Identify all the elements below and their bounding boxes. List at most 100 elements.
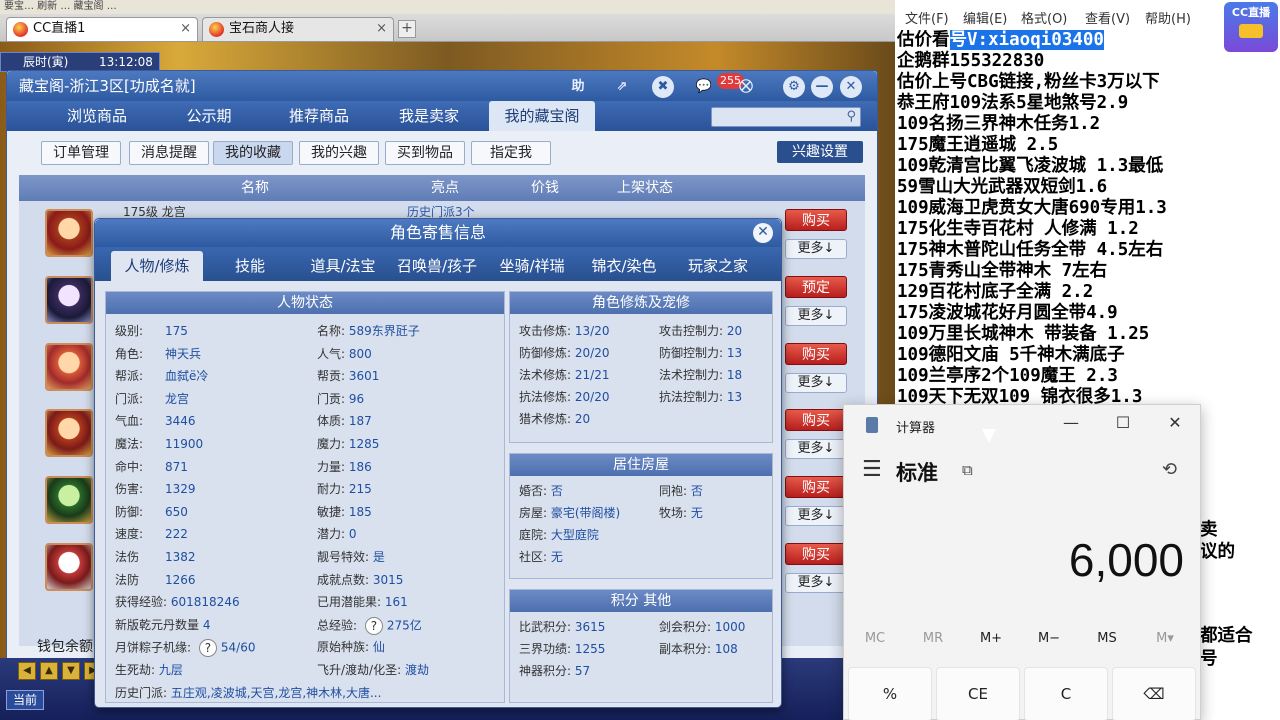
avatar[interactable] [45,543,93,591]
backspace-button[interactable]: ⌫ [1112,667,1196,720]
new-tab-button[interactable]: + [398,20,416,38]
clear-entry-button[interactable]: CE [936,667,1020,720]
close-tab-icon[interactable]: × [180,18,191,40]
more-button[interactable]: 更多↓ [785,506,847,526]
share-icon[interactable]: ⇗ [611,76,633,98]
block-icon[interactable]: ✖ [652,76,674,98]
arrow-up-icon[interactable]: ▲ [40,662,58,680]
menu-help[interactable]: 帮助(H) [1145,8,1191,27]
tab-pets[interactable]: 召唤兽/孩子 [391,251,483,281]
minimize-icon[interactable]: — [811,76,833,98]
buy-button[interactable]: 购买 [785,543,847,565]
stat-field: 法伤 1382 [115,549,196,565]
stat-value: 4 [202,617,211,632]
tab-mounts[interactable]: 坐骑/祥瑞 [487,251,577,281]
stat-value: 57 [574,664,591,678]
minimize-icon[interactable]: — [1056,413,1086,432]
current-channel-button[interactable]: 当前 [6,690,44,710]
more-button[interactable]: 更多↓ [785,573,847,593]
avatar[interactable] [45,209,93,257]
help-icon[interactable]: ? [364,616,383,635]
stat-label: 法防 [115,572,140,587]
ms-button[interactable]: MS [1082,631,1132,646]
stat-label: 原始种族: [317,640,370,655]
m-plus-button[interactable]: M+ [966,631,1016,646]
text-line: 109名扬三界神木任务1.2 [897,114,1101,134]
cart-icon[interactable]: ⛒ [735,76,757,98]
clear-button[interactable]: C [1024,667,1108,720]
stat-value: 豪宅(带阁楼) [550,506,621,520]
arrow-left-icon[interactable]: ◀ [18,662,36,680]
notepad-text-area[interactable]: 估价看号V:xiaoqi03400 企鹅群155322830 估价上号CBG链接,… [897,30,1277,408]
settings-icon[interactable]: ⚙ [783,76,805,98]
history-icon[interactable]: ⟲ [1162,459,1177,480]
nav-public[interactable]: 公示期 [159,101,259,131]
interest-settings-button[interactable]: 兴趣设置 [777,141,863,163]
browser-tab-gem[interactable]: 宝石商人接 × [202,17,394,41]
buy-button[interactable]: 购买 [785,476,847,498]
avatar[interactable] [45,409,93,457]
help-icon[interactable]: 助 [567,76,589,98]
maximize-icon[interactable]: ☐ [1108,413,1138,432]
tab-items[interactable]: 道具/法宝 [297,251,389,281]
menu-view[interactable]: 查看(V) [1085,8,1130,27]
tab-skills[interactable]: 技能 [207,251,293,281]
mr-button[interactable]: MR [908,631,958,646]
stat-value: 187 [348,414,372,429]
buy-button[interactable]: 购买 [785,409,847,431]
avatar[interactable] [45,276,93,324]
stat-label: 门派: [115,391,144,406]
stat-field: 月饼粽子机缘: ? 54/60 [115,639,255,658]
memory-list-button[interactable]: M▾ [1140,631,1190,646]
browser-top-strip: 要宝… 刷新 … 藏宝阁 … [0,0,895,14]
subnav-orders[interactable]: 订单管理 [41,141,121,165]
tab-character[interactable]: 人物/修炼 [111,251,203,281]
stat-label: 猎术修炼: [519,412,572,426]
more-button[interactable]: 更多↓ [785,306,847,326]
avatar[interactable] [45,343,93,391]
subnav-messages[interactable]: 消息提醒 [129,141,209,165]
stat-label: 牧场: [659,506,688,520]
close-icon[interactable]: ✕ [840,76,862,98]
text-line: 109万里长城神木 带装备 1.25 [897,324,1150,344]
subnav-interests[interactable]: 我的兴趣 [299,141,379,165]
stat-label: 抗法控制力: [659,390,724,404]
menu-file[interactable]: 文件(F) [905,8,949,27]
nav-browse[interactable]: 浏览商品 [47,101,147,131]
close-tab-icon[interactable]: × [376,18,387,40]
tab-home[interactable]: 玩家之家 [673,251,763,281]
avatar[interactable] [45,476,93,524]
mc-button[interactable]: MC [850,631,900,646]
subnav-favorites[interactable]: 我的收藏 [213,141,293,165]
percent-button[interactable]: % [848,667,932,720]
subnav-bought[interactable]: 买到物品 [385,141,465,165]
close-icon[interactable]: ✕ [1160,413,1190,432]
more-button[interactable]: 更多↓ [785,239,847,259]
hamburger-menu-icon[interactable]: ☰ [862,457,882,482]
house-header: 居住房屋 [510,454,772,476]
menu-edit[interactable]: 编辑(E) [963,8,1007,27]
help-icon[interactable]: ? [198,639,217,658]
tab-outfits[interactable]: 锦衣/染色 [579,251,669,281]
dialog-close-icon[interactable]: ✕ [753,223,773,243]
buy-button[interactable]: 购买 [785,343,847,365]
search-input[interactable]: ⚲ [711,107,861,127]
reserve-button[interactable]: 预定 [785,276,847,298]
stat-label: 新版乾元丹数量 [115,617,200,632]
stat-label: 神器积分: [519,664,572,678]
subnav-assigned[interactable]: 指定我 [471,141,551,165]
nav-recommend[interactable]: 推荐商品 [269,101,369,131]
nav-seller[interactable]: 我是卖家 [379,101,479,131]
more-button[interactable]: 更多↓ [785,373,847,393]
m-minus-button[interactable]: M− [1024,631,1074,646]
menu-format[interactable]: 格式(O) [1021,8,1067,27]
stat-value: 3601 [348,369,380,384]
buy-button[interactable]: 购买 [785,209,847,231]
nav-my-pavilion[interactable]: 我的藏宝阁 [489,101,595,131]
search-icon[interactable]: ⚲ [846,109,856,124]
browser-tab-cc[interactable]: CC直播1 × [6,17,198,41]
arrow-down-icon[interactable]: ▼ [62,662,80,680]
message-icon[interactable]: 💬 [693,76,715,98]
keep-on-top-icon[interactable]: ⧉ [962,461,973,479]
more-button[interactable]: 更多↓ [785,439,847,459]
